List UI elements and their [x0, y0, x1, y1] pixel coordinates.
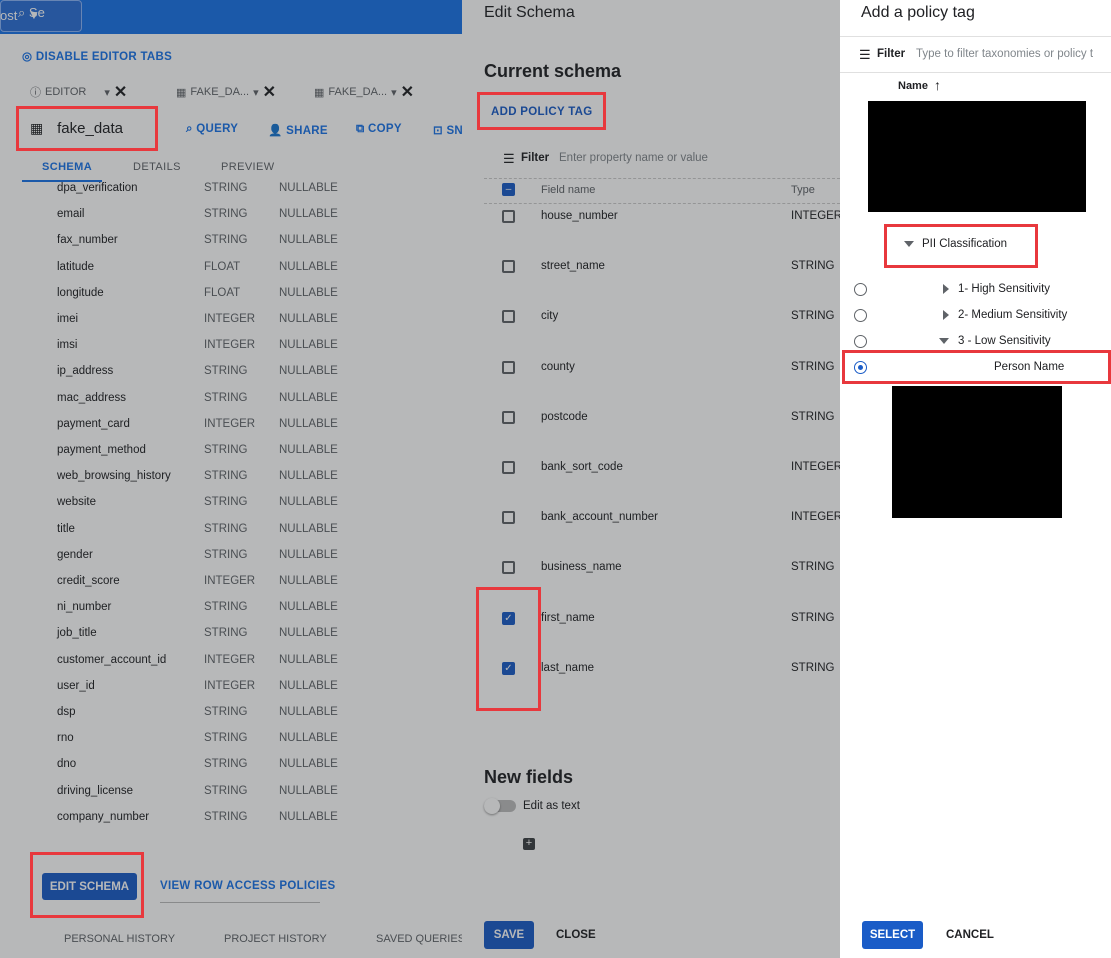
highlight-selected-fields	[476, 587, 541, 711]
panel-title: Add a policy tag	[861, 4, 975, 21]
tag-medium-sensitivity[interactable]: 2- Medium Sensitivity	[958, 309, 1067, 321]
highlight-person-name	[842, 350, 1111, 384]
tag-radio-high[interactable]	[854, 283, 867, 296]
highlight-add-policy-tag	[477, 92, 606, 130]
expand-arrow-icon[interactable]	[943, 310, 949, 320]
tag-high-sensitivity[interactable]: 1- High Sensitivity	[958, 283, 1050, 295]
highlight-edit-schema	[30, 852, 144, 918]
divider	[840, 36, 1111, 37]
column-header-name[interactable]: Name	[898, 80, 928, 92]
filter-input[interactable]: Type to filter taxonomies or policy t	[916, 48, 1111, 60]
highlight-taxonomy	[884, 224, 1038, 268]
redacted-block	[868, 101, 1086, 212]
add-policy-tag-panel: Add a policy tag ☰ Filter Type to filter…	[840, 0, 1111, 958]
filter-icon: ☰	[859, 47, 871, 62]
tag-radio-medium[interactable]	[854, 309, 867, 322]
filter-label: Filter	[877, 48, 906, 60]
tag-low-sensitivity[interactable]: 3 - Low Sensitivity	[958, 335, 1051, 347]
expand-arrow-icon[interactable]	[943, 284, 949, 294]
divider	[840, 72, 1111, 73]
cancel-button[interactable]: CANCEL	[946, 929, 994, 941]
redacted-block	[892, 386, 1062, 518]
tag-radio-low[interactable]	[854, 335, 867, 348]
highlight-table-name	[16, 106, 158, 151]
collapse-arrow-icon[interactable]	[939, 338, 949, 344]
select-button[interactable]: SELECT	[862, 921, 923, 949]
sort-arrow-up-icon[interactable]: ↑	[934, 77, 941, 93]
